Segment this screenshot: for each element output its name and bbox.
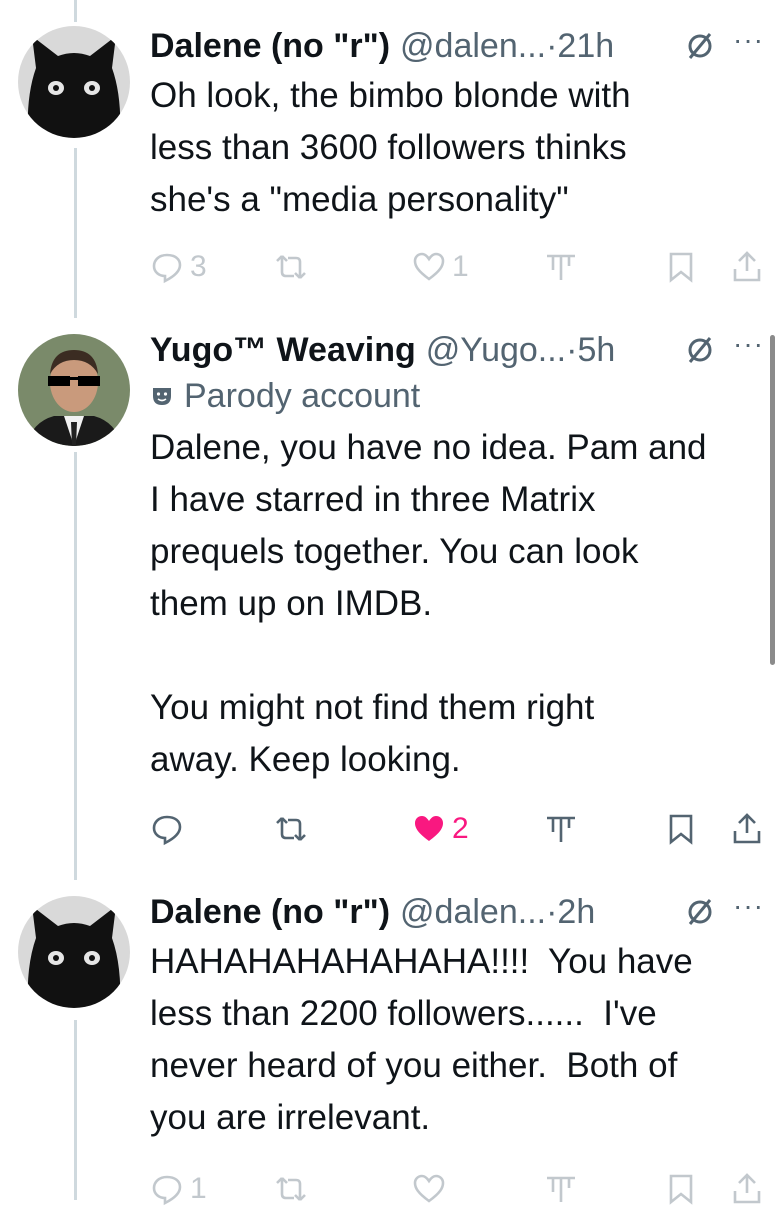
- reply-count: 3: [190, 250, 207, 283]
- author-handle[interactable]: @dalen...: [400, 24, 546, 68]
- black-cat-avatar: [18, 896, 130, 1008]
- heart-filled-icon: [415, 816, 443, 841]
- grok-icon[interactable]: [685, 335, 715, 365]
- repost-button[interactable]: [274, 250, 308, 284]
- more-options-icon[interactable]: ···: [733, 18, 764, 62]
- avatar[interactable]: [18, 896, 130, 1008]
- reply-button[interactable]: 3: [150, 250, 207, 284]
- parody-badge: Parody account: [150, 372, 764, 420]
- bookmark-button[interactable]: [664, 812, 698, 846]
- views-button[interactable]: [544, 1172, 578, 1206]
- like-button[interactable]: 1: [412, 250, 469, 284]
- tweet-text: Oh look, the bimbo blonde with less than…: [150, 76, 631, 219]
- repost-icon: [276, 255, 306, 279]
- author-name[interactable]: Dalene (no "r"): [150, 890, 390, 934]
- author-handle[interactable]: @dalen...: [400, 890, 546, 934]
- like-button[interactable]: [412, 1172, 446, 1206]
- scrollbar[interactable]: [770, 335, 775, 665]
- thread-line-top: [74, 0, 77, 22]
- heart-icon: [413, 1174, 445, 1203]
- repost-icon: [276, 1177, 306, 1201]
- like-button[interactable]: 2: [412, 812, 469, 846]
- bookmark-button[interactable]: [664, 1172, 698, 1206]
- views-icon: [547, 816, 575, 842]
- heart-icon: [413, 252, 445, 281]
- thread-line-3: [74, 1020, 77, 1200]
- share-button[interactable]: [730, 250, 764, 284]
- like-count: 1: [452, 250, 469, 283]
- reply-count: 1: [190, 1172, 207, 1205]
- thread-line-2: [74, 452, 77, 880]
- avatar[interactable]: [18, 334, 130, 446]
- views-button[interactable]: [544, 250, 578, 284]
- theater-mask-icon: [153, 388, 171, 405]
- bookmark-icon: [669, 1174, 693, 1205]
- share-button[interactable]: [730, 1172, 764, 1206]
- share-icon: [733, 251, 761, 282]
- views-button[interactable]: [544, 812, 578, 846]
- timestamp[interactable]: ·21h: [546, 24, 614, 68]
- more-options-icon[interactable]: ···: [733, 884, 764, 928]
- reply-icon: [152, 253, 182, 284]
- share-icon: [733, 813, 761, 844]
- thread-line-1: [74, 148, 77, 318]
- black-cat-avatar: [18, 26, 130, 138]
- repost-button[interactable]: [274, 1172, 308, 1206]
- bookmark-button[interactable]: [664, 250, 698, 284]
- bookmark-icon: [669, 252, 693, 283]
- timestamp[interactable]: ·5h: [566, 328, 615, 372]
- author-name[interactable]: Yugo™ Weaving: [150, 328, 416, 372]
- share-button[interactable]: [730, 812, 764, 846]
- timestamp[interactable]: ·2h: [546, 890, 595, 934]
- author-handle[interactable]: @Yugo...: [426, 328, 566, 372]
- more-options-icon[interactable]: ···: [733, 322, 764, 366]
- grok-icon[interactable]: [685, 897, 715, 927]
- repost-icon: [276, 817, 306, 841]
- parody-label: Parody account: [184, 377, 421, 415]
- tweet-text: HAHAHAHAHAHAHA!!!! You have less than 22…: [150, 942, 693, 1137]
- author-name[interactable]: Dalene (no "r"): [150, 24, 390, 68]
- avatar[interactable]: [18, 26, 130, 138]
- views-icon: [547, 254, 575, 280]
- tweet-text: Dalene, you have no idea. Pam and I have…: [150, 428, 707, 779]
- reply-icon: [152, 1175, 182, 1206]
- reply-button[interactable]: 1: [150, 1172, 207, 1206]
- views-icon: [547, 1176, 575, 1202]
- like-count: 2: [452, 812, 469, 845]
- bookmark-icon: [669, 814, 693, 845]
- agent-smith-avatar: [18, 334, 130, 446]
- reply-button[interactable]: [150, 812, 184, 846]
- share-icon: [733, 1173, 761, 1204]
- grok-icon[interactable]: [685, 31, 715, 61]
- reply-icon: [152, 815, 182, 846]
- repost-button[interactable]: [274, 812, 308, 846]
